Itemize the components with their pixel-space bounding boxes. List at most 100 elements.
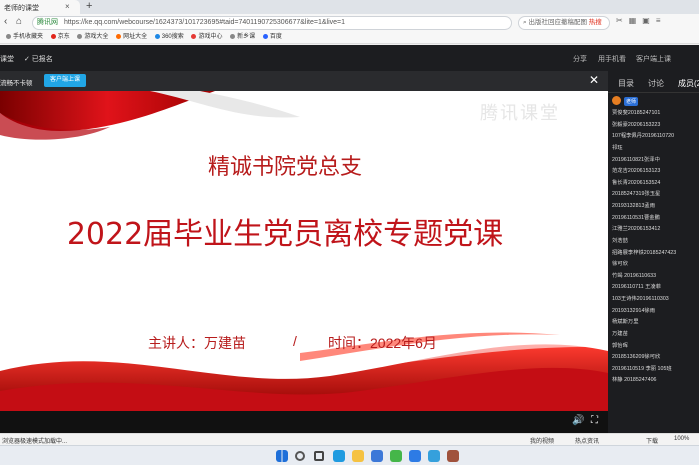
member-item[interactable]: 20185247319张玉星 xyxy=(612,189,698,201)
file-explorer-icon[interactable] xyxy=(352,450,364,462)
browser-toolbar: ✂▦▣≡ xyxy=(616,16,667,25)
bookmark-icon xyxy=(262,34,268,39)
tab-members[interactable]: 成员(2 xyxy=(678,78,699,89)
search-text: 出版社回应撤稿配图 xyxy=(528,19,587,26)
member-item[interactable]: 20196110519 李丽 105班 xyxy=(612,364,698,376)
windows-start-icon[interactable] xyxy=(276,450,288,462)
close-icon[interactable]: ✕ xyxy=(589,73,599,87)
member-item[interactable]: 范龙吉20206153123 xyxy=(612,166,698,178)
bookmark-icon xyxy=(77,34,83,39)
bookmark-item[interactable]: 京东 xyxy=(50,32,70,43)
hot-search-badge: 热搜 xyxy=(588,19,602,26)
share-button[interactable]: 分享 xyxy=(573,54,587,64)
teacher-row: 老师 xyxy=(612,96,699,106)
menu-icon[interactable]: ≡ xyxy=(656,16,667,25)
client-class-button[interactable]: 客户端上课 xyxy=(44,74,86,87)
search-input[interactable]: ⌕ 出版社回应撤稿配图 热搜 xyxy=(518,16,610,30)
app-blue-icon[interactable] xyxy=(409,450,421,462)
url-input[interactable]: 腾讯网 https://ke.qq.com/webcourse/1624373/… xyxy=(32,16,512,30)
member-item[interactable]: 20193132914徐雨 xyxy=(612,306,698,318)
bookmark-icon xyxy=(154,34,160,39)
browser-tab-bar: 老师的课堂 × + xyxy=(0,0,699,14)
bookmark-item[interactable]: 360搜索 xyxy=(154,32,184,43)
tab-catalog[interactable]: 目录 xyxy=(618,78,634,89)
tab-discussion[interactable]: 讨论 xyxy=(648,78,664,89)
member-item[interactable]: 万建苗 xyxy=(612,329,698,341)
video-player[interactable]: 流畅不卡顿 客户端上课 ✕ 腾讯课堂 精诚书院党总支 2022届毕业生党员离校专… xyxy=(0,71,608,433)
member-item[interactable]: 林静 20185247406 xyxy=(612,375,698,387)
app-photo-icon[interactable] xyxy=(447,450,459,462)
download-button[interactable]: 下载 xyxy=(646,436,658,445)
member-item[interactable]: 20196110711 王凌菲 xyxy=(612,282,698,294)
player-top-strip: 流畅不卡顿 客户端上课 ✕ xyxy=(0,71,608,91)
url-text: https://ke.qq.com/webcourse/1624373/1017… xyxy=(63,19,346,26)
bookmark-icon xyxy=(50,34,56,39)
search-icon[interactable] xyxy=(295,451,305,461)
member-item[interactable]: 103王诗伟20196110303 xyxy=(612,294,698,306)
grid-icon[interactable]: ▦ xyxy=(629,16,643,25)
edge-icon[interactable] xyxy=(333,450,345,462)
fullscreen-icon[interactable]: ⛶ xyxy=(591,415,598,426)
bookmark-item[interactable]: 游戏大全 xyxy=(77,32,108,43)
scissors-icon[interactable]: ✂ xyxy=(616,16,629,25)
screen: 老师的课堂 × + ‹ ⌂ 腾讯网 https://ke.qq.com/webc… xyxy=(0,0,699,465)
member-item[interactable]: 张毅豪20206153223 xyxy=(612,120,698,132)
search-icon: ⌕ xyxy=(523,19,527,26)
zoom-level[interactable]: 100% xyxy=(674,436,689,442)
task-view-icon[interactable] xyxy=(314,451,324,461)
course-title: 课堂 xyxy=(0,56,14,63)
member-item[interactable]: 刘浩喆 xyxy=(612,236,698,248)
member-item[interactable]: 徐可欣 xyxy=(612,259,698,271)
separator: / xyxy=(293,333,297,349)
bookmark-item[interactable]: 百度 xyxy=(262,32,282,43)
store-icon[interactable] xyxy=(371,450,383,462)
bookmark-item[interactable]: 网址大全 xyxy=(116,32,147,43)
side-tabs: 目录 讨论 成员(2 xyxy=(608,71,699,93)
slide-subtitle: 2022届毕业生党员离校专题党课 xyxy=(66,217,504,252)
browser-360-icon[interactable] xyxy=(390,450,402,462)
bookmark-icon xyxy=(230,34,236,39)
bookmark-item[interactable]: 手机收藏夹 xyxy=(6,32,43,43)
smooth-hint: 流畅不卡顿 xyxy=(0,80,33,87)
slide-content: 腾讯课堂 精诚书院党总支 2022届毕业生党员离校专题党课 主讲人：万建苗 / … xyxy=(0,91,608,411)
back-icon[interactable]: ‹ xyxy=(4,16,7,27)
app-chat-icon[interactable] xyxy=(428,450,440,462)
gift-icon[interactable]: ▣ xyxy=(642,16,656,25)
phone-watch-button[interactable]: 用手机看 xyxy=(598,54,626,64)
enrolled-status: ✓ 已报名 xyxy=(24,56,53,63)
new-tab-icon[interactable]: + xyxy=(86,0,92,12)
bookmark-icon xyxy=(116,34,122,39)
member-item[interactable]: 20196110531曹金鹏 xyxy=(612,213,698,225)
bookmark-item[interactable]: 游戏中心 xyxy=(191,32,222,43)
member-item[interactable]: 杨斌斯万里 xyxy=(612,317,698,329)
watermark-text: 腾讯课堂 xyxy=(480,103,560,123)
member-item[interactable]: 祁珏 xyxy=(612,143,698,155)
member-item[interactable]: 20193132813孟雨 xyxy=(612,201,698,213)
member-item[interactable]: 107程李佩丹20196110720 xyxy=(612,131,698,143)
member-item[interactable]: 郭怡晖 xyxy=(612,341,698,353)
volume-icon[interactable]: 🔊 xyxy=(572,415,584,426)
client-class-button[interactable]: 客户端上课 xyxy=(636,54,671,64)
side-panel: 目录 讨论 成员(2 老师 贾俊斐20185247101 张毅豪202061532… xyxy=(608,71,699,433)
tab-close-icon[interactable]: × xyxy=(65,2,70,11)
my-video-button[interactable]: 我的视频 xyxy=(530,436,554,445)
bookmark-item[interactable]: 新乡课 xyxy=(230,32,255,43)
bookmarks-bar: 手机收藏夹 京东 游戏大全 网址大全 360搜索 游戏中心 新乡课 百度 xyxy=(0,32,699,44)
member-item[interactable]: 20185136209徐可欣 xyxy=(612,352,698,364)
member-item[interactable]: 招路展李梓铁20185247423 xyxy=(612,248,698,260)
site-name: 腾讯网 xyxy=(37,19,58,26)
member-item[interactable]: 江雅兰20206153412 xyxy=(612,224,698,236)
bookmark-icon xyxy=(191,34,197,39)
member-item[interactable]: 贾俊斐20185247101 xyxy=(612,108,698,120)
browser-tab[interactable]: 老师的课堂 × xyxy=(0,0,80,14)
member-item[interactable]: 鲁长青20206153524 xyxy=(612,178,698,190)
hot-news-button[interactable]: 热点资讯 xyxy=(575,436,599,445)
member-item[interactable]: 竹竭 20196110633 xyxy=(612,271,698,283)
home-icon[interactable]: ⌂ xyxy=(16,16,22,27)
address-bar-row: ‹ ⌂ 腾讯网 https://ke.qq.com/webcourse/1624… xyxy=(0,14,699,32)
time-label: 时间：2022年6月 xyxy=(328,335,437,351)
speaker-label: 主讲人：万建苗 xyxy=(148,335,246,351)
member-list[interactable]: 贾俊斐20185247101 张毅豪20206153223 107程李佩丹20196… xyxy=(612,108,698,387)
member-item[interactable]: 20196110821张泽中 xyxy=(612,155,698,167)
avatar xyxy=(612,96,621,105)
